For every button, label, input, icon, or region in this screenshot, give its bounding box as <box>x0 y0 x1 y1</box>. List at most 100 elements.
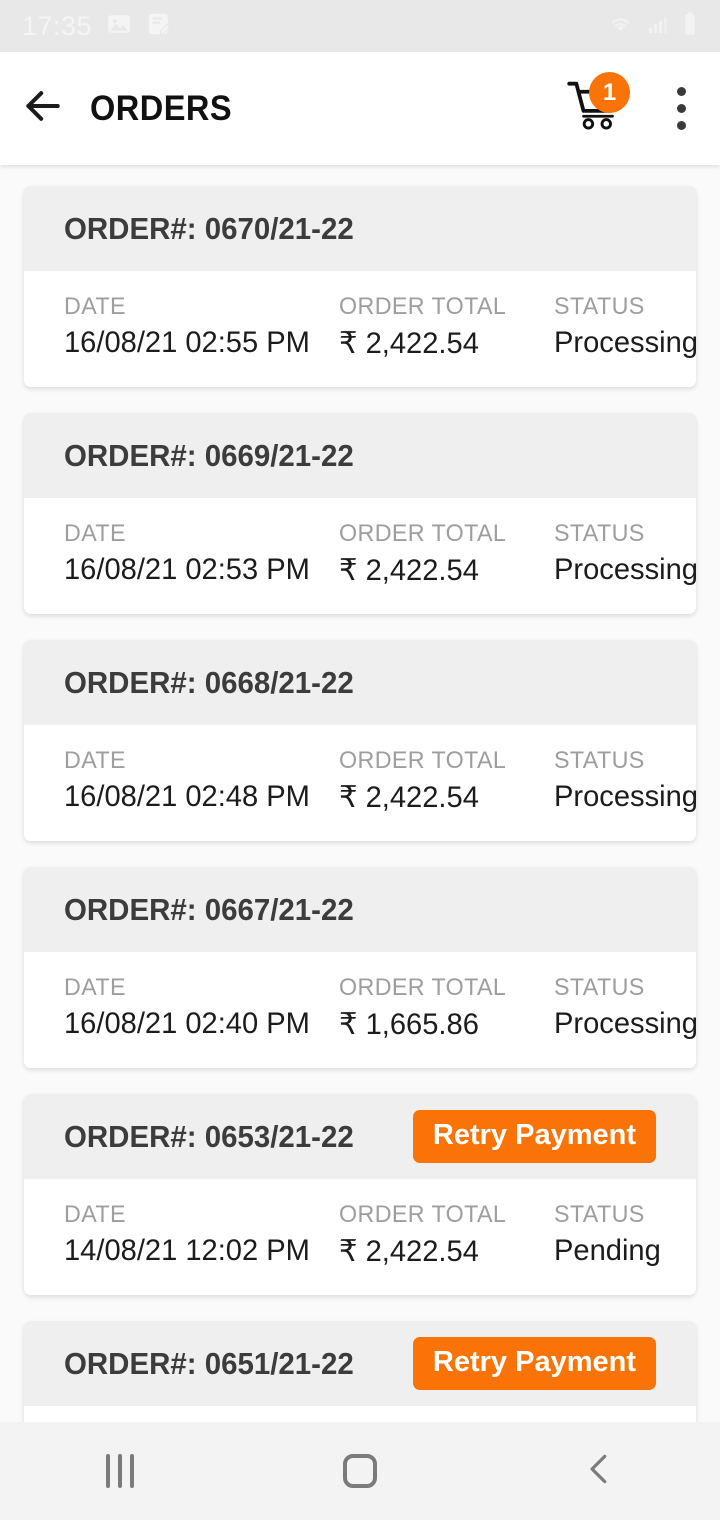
order-card-body: DATE 16/08/21 02:40 PM ORDER TOTAL ₹ 1,6… <box>24 952 696 1068</box>
order-date-column: DATE 16/08/21 02:40 PM <box>64 974 318 1041</box>
status-bar: 17:35 <box>0 0 720 52</box>
order-status-column: STATUS Pending <box>554 1201 664 1268</box>
status-value: Processing <box>554 1007 696 1040</box>
order-status-column: STATUS Processing <box>554 293 696 360</box>
date-label: DATE <box>64 293 126 320</box>
battery-icon <box>682 11 698 42</box>
order-card-header: ORDER#: 0667/21-22 <box>24 867 696 952</box>
status-bar-clock: 17:35 <box>22 10 93 41</box>
order-total-value: ₹ 2,422.54 <box>339 781 479 814</box>
order-total-value: ₹ 2,422.54 <box>339 1235 479 1268</box>
order-card[interactable]: ORDER#: 0667/21-22 DATE 16/08/21 02:40 P… <box>24 867 696 1068</box>
order-card-body: DATE ORDER TOTAL STATUS <box>24 1406 696 1422</box>
order-total-label: ORDER TOTAL <box>339 747 507 774</box>
note-edit-icon <box>146 11 172 42</box>
retry-payment-button[interactable]: Retry Payment <box>412 1110 656 1163</box>
order-number: ORDER#: 0653/21-22 <box>64 1118 354 1154</box>
app-bar: ORDERS 1 <box>0 52 720 165</box>
order-total-column: ORDER TOTAL ₹ 1,665.86 <box>339 974 511 1042</box>
date-value: 16/08/21 02:48 PM <box>64 780 310 813</box>
order-card-body: DATE 16/08/21 02:55 PM ORDER TOTAL ₹ 2,4… <box>24 271 696 387</box>
order-number: ORDER#: 0670/21-22 <box>64 210 354 246</box>
status-label: STATUS <box>554 520 645 547</box>
order-total-label: ORDER TOTAL <box>339 974 507 1001</box>
order-number: ORDER#: 0667/21-22 <box>64 891 354 927</box>
back-arrow-icon <box>21 84 65 133</box>
order-card-header: ORDER#: 0669/21-22 <box>24 413 696 498</box>
order-card-body: DATE 16/08/21 02:53 PM ORDER TOTAL ₹ 2,4… <box>24 498 696 614</box>
order-date-column: DATE 16/08/21 02:48 PM <box>64 747 318 814</box>
order-card[interactable]: ORDER#: 0668/21-22 DATE 16/08/21 02:48 P… <box>24 640 696 841</box>
status-value: Processing <box>554 553 696 586</box>
phone-screen: 17:35 ORDERS 1 ORDER#: 0670/21-22 DATE 1… <box>0 0 720 1520</box>
order-total-column: ORDER TOTAL ₹ 2,422.54 <box>339 1201 511 1269</box>
order-total-column: ORDER TOTAL ₹ 2,422.54 <box>339 520 511 588</box>
status-value: Pending <box>554 1234 661 1267</box>
recents-button[interactable] <box>0 1422 240 1520</box>
page-title: ORDERS <box>90 88 233 128</box>
order-date-column: DATE 16/08/21 02:55 PM <box>64 293 318 360</box>
gallery-icon <box>106 11 132 42</box>
wifi-icon <box>607 12 634 41</box>
order-card[interactable]: ORDER#: 0653/21-22 Retry Payment DATE 14… <box>24 1094 696 1295</box>
cart-button[interactable]: 1 <box>550 52 642 165</box>
order-card-body: DATE 16/08/21 02:48 PM ORDER TOTAL ₹ 2,4… <box>24 725 696 841</box>
order-total-column: ORDER TOTAL ₹ 2,422.54 <box>339 293 511 361</box>
order-card[interactable]: ORDER#: 0669/21-22 DATE 16/08/21 02:53 P… <box>24 413 696 614</box>
order-total-label: ORDER TOTAL <box>339 293 507 320</box>
status-label: STATUS <box>554 1201 645 1228</box>
status-value: Processing <box>554 326 696 359</box>
date-label: DATE <box>64 1201 126 1228</box>
date-value: 14/08/21 12:02 PM <box>64 1234 310 1267</box>
order-total-label: ORDER TOTAL <box>339 520 507 547</box>
date-value: 16/08/21 02:53 PM <box>64 553 310 586</box>
date-label: DATE <box>64 974 126 1001</box>
order-status-column: STATUS Processing <box>554 974 696 1041</box>
order-date-column: DATE 14/08/21 12:02 PM <box>64 1201 318 1268</box>
overflow-menu-button[interactable] <box>642 52 720 165</box>
system-back-button[interactable] <box>480 1422 720 1520</box>
order-card-header: ORDER#: 0668/21-22 <box>24 640 696 725</box>
order-number: ORDER#: 0651/21-22 <box>64 1345 354 1381</box>
retry-payment-button[interactable]: Retry Payment <box>412 1337 656 1390</box>
order-total-column: ORDER TOTAL ₹ 2,422.54 <box>339 747 511 815</box>
system-navigation-bar <box>0 1422 720 1520</box>
date-value: 16/08/21 02:40 PM <box>64 1007 310 1040</box>
order-card-body: DATE 14/08/21 12:02 PM ORDER TOTAL ₹ 2,4… <box>24 1179 696 1295</box>
date-label: DATE <box>64 747 126 774</box>
date-label: DATE <box>64 520 126 547</box>
order-total-value: ₹ 2,422.54 <box>339 327 479 360</box>
order-number: ORDER#: 0669/21-22 <box>64 437 354 473</box>
order-total-value: ₹ 1,665.86 <box>339 1008 479 1041</box>
status-label: STATUS <box>554 747 645 774</box>
order-total-value: ₹ 2,422.54 <box>339 554 479 587</box>
app-bar-actions: 1 <box>550 52 720 165</box>
order-number: ORDER#: 0668/21-22 <box>64 664 354 700</box>
orders-list[interactable]: ORDER#: 0670/21-22 DATE 16/08/21 02:55 P… <box>0 165 720 1422</box>
order-date-column: DATE 16/08/21 02:53 PM <box>64 520 318 587</box>
recents-icon <box>106 1454 134 1488</box>
order-total-label: ORDER TOTAL <box>339 1201 507 1228</box>
more-vertical-icon <box>676 87 686 96</box>
order-card-header: ORDER#: 0653/21-22 Retry Payment <box>24 1094 696 1179</box>
date-value: 16/08/21 02:55 PM <box>64 326 310 359</box>
home-icon <box>343 1454 377 1488</box>
order-status-column: STATUS Processing <box>554 520 696 587</box>
more-vertical-icon <box>676 121 686 130</box>
status-bar-right <box>607 11 698 42</box>
order-card-header: ORDER#: 0651/21-22 Retry Payment <box>24 1321 696 1406</box>
home-button[interactable] <box>240 1422 480 1520</box>
cart-badge: 1 <box>589 72 630 113</box>
order-card[interactable]: ORDER#: 0651/21-22 Retry Payment DATE OR… <box>24 1321 696 1422</box>
cellular-signal-icon <box>646 12 670 41</box>
status-label: STATUS <box>554 974 645 1001</box>
more-vertical-icon <box>676 104 686 113</box>
status-label: STATUS <box>554 293 645 320</box>
back-chevron-icon <box>581 1450 619 1493</box>
order-card[interactable]: ORDER#: 0670/21-22 DATE 16/08/21 02:55 P… <box>24 186 696 387</box>
order-status-column: STATUS Processing <box>554 747 696 814</box>
status-bar-left: 17:35 <box>22 11 172 42</box>
back-button[interactable] <box>0 52 86 165</box>
status-value: Processing <box>554 780 696 813</box>
order-card-header: ORDER#: 0670/21-22 <box>24 186 696 271</box>
